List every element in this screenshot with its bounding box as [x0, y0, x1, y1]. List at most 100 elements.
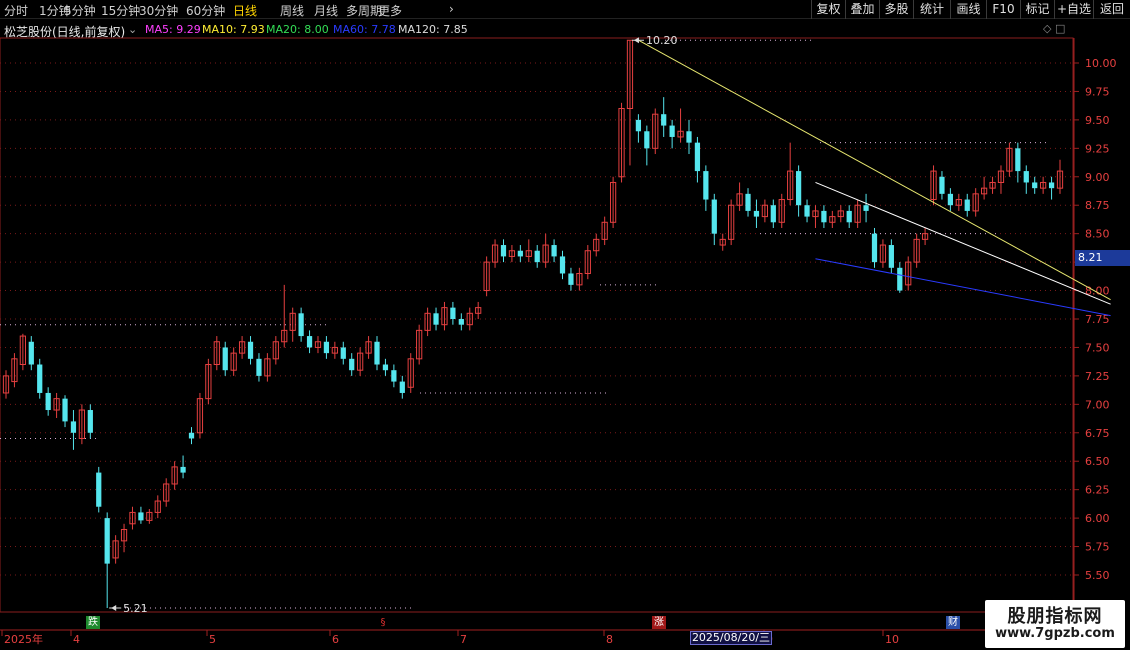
trend-line-blue — [815, 258, 1111, 317]
date-label: 4 — [73, 633, 80, 646]
candle-down — [559, 256, 566, 274]
price-tick-label: 9.25 — [1085, 142, 1110, 155]
period-10[interactable]: 更多 — [378, 2, 402, 19]
period-9[interactable]: 多周期 — [346, 2, 382, 19]
toolbar-button-8[interactable]: 返回 — [1093, 0, 1130, 19]
panel-toggle-icons[interactable]: ◇ □ — [1043, 22, 1065, 35]
rise-marker[interactable]: 涨 — [652, 616, 666, 629]
price-tick-label: 9.75 — [1085, 85, 1110, 98]
candle-down — [1015, 148, 1021, 172]
period-0[interactable]: 分时 — [4, 2, 28, 19]
candle-down — [517, 250, 523, 257]
candle-down — [694, 142, 701, 172]
candle-down — [888, 245, 894, 268]
low-price-label: 5.21 — [123, 602, 147, 615]
candle-down — [138, 512, 144, 521]
candle-down — [846, 210, 852, 223]
toolbar-button-6[interactable]: 标记 — [1020, 0, 1054, 19]
toolbar-button-1[interactable]: 叠加 — [845, 0, 879, 19]
candle-down — [500, 245, 507, 257]
finance-marker[interactable]: 财 — [946, 616, 960, 629]
toolbar-button-4[interactable]: 画线 — [950, 0, 986, 19]
candle-down — [947, 193, 953, 206]
candle-down — [964, 199, 970, 211]
dropdown-chevron-icon[interactable]: ⌄ — [128, 23, 137, 36]
candle-down — [399, 381, 405, 393]
candle-down — [753, 210, 760, 217]
toolbar-button-2[interactable]: 多股 — [879, 0, 913, 19]
candle-down — [795, 171, 802, 206]
date-label: 10 — [885, 633, 899, 646]
candle-down — [821, 210, 827, 223]
candle-down — [256, 358, 262, 376]
event-marker[interactable]: § — [376, 616, 390, 629]
period-5[interactable]: 60分钟 — [186, 2, 225, 19]
candle-down — [534, 250, 540, 263]
toolbar-button-0[interactable]: 复权 — [811, 0, 845, 19]
period-6[interactable]: 日线 — [233, 2, 257, 19]
trend-line-white — [815, 182, 1111, 305]
candle-down — [871, 233, 878, 263]
indicator-info-line: 松芝股份(日线,前复权) ⌄ MA5: 9.29 MA10: 7.93 MA20… — [0, 20, 1075, 40]
price-tick-label: 8.75 — [1085, 199, 1110, 212]
period-3[interactable]: 15分钟 — [101, 2, 140, 19]
price-tick-label: 5.75 — [1085, 541, 1110, 554]
candle-down — [635, 119, 642, 132]
current-price-label: 8.21 — [1075, 250, 1130, 266]
candle-down — [1048, 182, 1055, 189]
candle-down — [188, 432, 195, 439]
period-8[interactable]: 月线 — [314, 2, 338, 19]
toolbar-button-5[interactable]: F10 — [986, 0, 1020, 19]
crosshair-date-box: 2025/08/20/三 — [690, 631, 772, 645]
candle-down — [551, 245, 557, 257]
candle-down — [382, 364, 389, 371]
candle-down — [70, 421, 77, 433]
price-tick-label: 7.00 — [1085, 398, 1110, 411]
candle-down — [28, 341, 34, 365]
toolbar-button-7[interactable]: +自选 — [1054, 0, 1093, 19]
price-tick-label: 5.50 — [1085, 569, 1110, 582]
price-tick-label: 7.25 — [1085, 370, 1110, 383]
candle-down — [104, 518, 110, 564]
date-label: 7 — [460, 633, 467, 646]
stock-title[interactable]: 松芝股份(日线,前复权) — [4, 23, 125, 40]
candle-down — [568, 273, 574, 285]
candle-down — [939, 176, 945, 194]
candle-down — [804, 205, 810, 217]
candle-down — [222, 347, 228, 371]
fall-marker[interactable]: 跌 — [86, 616, 100, 629]
date-label: 8 — [606, 633, 613, 646]
price-tick-label: 6.75 — [1085, 427, 1110, 440]
candle-down — [1023, 171, 1029, 183]
price-tick-label: 6.50 — [1085, 455, 1110, 468]
ma60-value: MA60: 7.78 — [333, 23, 396, 36]
candle-down — [458, 319, 464, 325]
period-4[interactable]: 30分钟 — [139, 2, 178, 19]
candle-down — [661, 114, 667, 126]
more-chevron-icon[interactable]: › — [449, 2, 454, 16]
price-tick-label: 9.50 — [1085, 114, 1110, 127]
toolbar-button-3[interactable]: 统计 — [913, 0, 950, 19]
candle-down — [323, 341, 330, 354]
period-2[interactable]: 5分钟 — [64, 2, 96, 19]
candle-down — [897, 267, 903, 291]
kline-chart[interactable]: 10.009.759.509.259.008.758.508.258.007.7… — [0, 0, 1130, 650]
candle-down — [433, 313, 439, 325]
candle-down — [391, 370, 397, 382]
candle-down — [863, 205, 869, 211]
period-7[interactable]: 周线 — [280, 2, 304, 19]
candle-down — [180, 466, 186, 473]
candle-down — [1032, 182, 1038, 189]
period-toolbar: 分时 1分钟 5分钟 15分钟 30分钟 60分钟 日线 周线 月线 多周期 更多 › 复权 叠加 多股 统计… — [0, 0, 1130, 19]
price-tick-label: 10.00 — [1085, 57, 1117, 70]
ma5-value: MA5: 9.29 — [145, 23, 201, 36]
candle-down — [298, 313, 304, 337]
candle-down — [340, 347, 346, 359]
candle-down — [247, 341, 254, 359]
date-label: 6 — [332, 633, 339, 646]
ma20-value: MA20: 8.00 — [266, 23, 329, 36]
candle-down — [770, 205, 776, 223]
date-label: 5 — [209, 633, 216, 646]
price-tick-label: 7.50 — [1085, 341, 1110, 354]
price-tick-label: 6.00 — [1085, 512, 1110, 525]
